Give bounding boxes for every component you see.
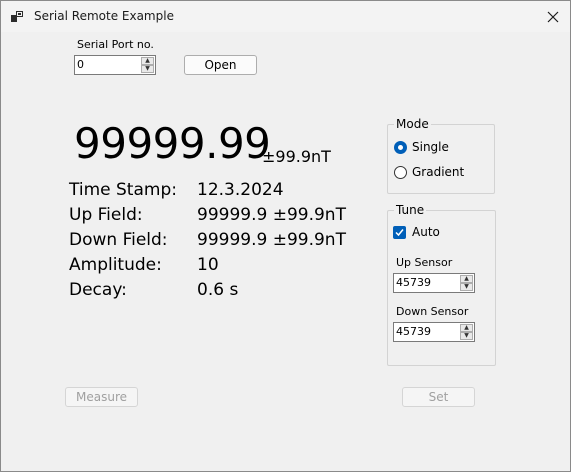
spin-down-icon[interactable]: ▼ [460, 283, 473, 291]
app-icon [11, 11, 23, 22]
down-sensor-value: 45739 [396, 325, 431, 338]
time-stamp-label: Time Stamp: [69, 180, 177, 200]
mode-group [387, 124, 495, 194]
mode-gradient-label[interactable]: Gradient [412, 165, 464, 179]
down-sensor-stepper[interactable]: ▲ ▼ [460, 324, 473, 340]
up-sensor-stepper[interactable]: ▲ ▼ [460, 275, 473, 291]
decay-value: 0.6 s [197, 280, 239, 300]
amplitude-label: Amplitude: [69, 255, 162, 275]
spin-up-icon[interactable]: ▲ [460, 324, 473, 332]
down-sensor-label: Down Sensor [396, 305, 469, 318]
set-button[interactable]: Set [402, 387, 475, 407]
mode-group-title: Mode [394, 117, 431, 131]
measure-button[interactable]: Measure [65, 387, 138, 407]
window-title: Serial Remote Example [34, 9, 174, 23]
auto-label[interactable]: Auto [412, 225, 440, 239]
spin-down-icon[interactable]: ▼ [141, 65, 154, 73]
title-bar: Serial Remote Example [1, 1, 570, 32]
spin-up-icon[interactable]: ▲ [460, 275, 473, 283]
tune-group-title: Tune [394, 203, 427, 217]
app-window: Serial Remote Example Serial Port no. 0 … [0, 0, 571, 472]
mode-single-label[interactable]: Single [412, 140, 449, 154]
up-field-label: Up Field: [69, 205, 143, 225]
spin-up-icon[interactable]: ▲ [141, 57, 154, 65]
open-button[interactable]: Open [184, 55, 257, 75]
down-field-value: 99999.9 ±99.9nT [197, 230, 346, 250]
down-sensor-input[interactable]: 45739 ▲ ▼ [393, 322, 475, 342]
up-sensor-label: Up Sensor [396, 256, 453, 269]
reading-uncertainty: ±99.9nT [262, 147, 331, 166]
reading-value: 99999.99 [74, 119, 271, 168]
spin-down-icon[interactable]: ▼ [460, 332, 473, 340]
serial-port-value: 0 [77, 58, 84, 71]
mode-gradient-radio[interactable] [394, 166, 407, 179]
serial-port-label: Serial Port no. [77, 38, 154, 51]
up-field-value: 99999.9 ±99.9nT [197, 205, 346, 225]
decay-label: Decay: [69, 280, 127, 300]
auto-checkbox[interactable] [393, 226, 406, 239]
serial-port-input[interactable]: 0 ▲ ▼ [74, 55, 156, 75]
amplitude-value: 10 [197, 255, 219, 275]
close-icon [547, 11, 559, 22]
close-button[interactable] [536, 1, 570, 32]
down-field-label: Down Field: [69, 230, 168, 250]
up-sensor-input[interactable]: 45739 ▲ ▼ [393, 273, 475, 293]
time-stamp-value: 12.3.2024 [197, 180, 284, 200]
mode-single-radio[interactable] [394, 141, 407, 154]
up-sensor-value: 45739 [396, 276, 431, 289]
checkmark-icon [395, 229, 404, 237]
serial-port-stepper[interactable]: ▲ ▼ [141, 57, 154, 73]
